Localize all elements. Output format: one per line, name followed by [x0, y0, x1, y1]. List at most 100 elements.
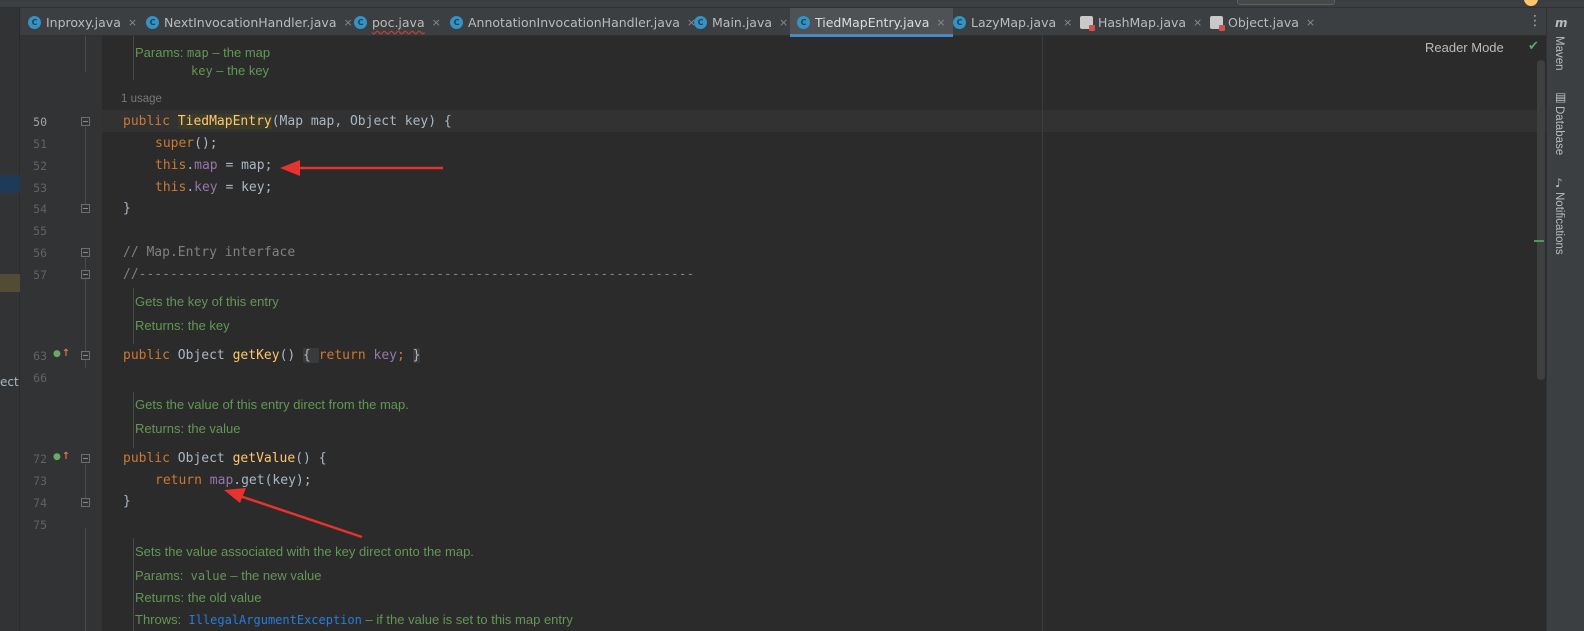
notifications-tool-window-button[interactable]: Notifications: [1553, 192, 1565, 255]
line-number: 50: [33, 115, 47, 129]
close-icon[interactable]: ×: [779, 16, 788, 29]
database-icon[interactable]: ▤: [1555, 90, 1566, 104]
class-icon: C: [354, 15, 367, 29]
editor-scrollbar-thumb[interactable]: [1537, 60, 1545, 380]
close-icon[interactable]: ×: [1306, 16, 1315, 29]
fold-guide: [85, 36, 86, 72]
code-line-74: }: [123, 494, 131, 509]
right-tool-strip: m Maven ▤ Database ♪ Notifications: [1546, 8, 1584, 631]
implements-method-icon[interactable]: ●↑: [53, 451, 70, 462]
more-tabs-icon[interactable]: ⋮: [1528, 13, 1542, 29]
usage-hint[interactable]: 1 usage: [121, 93, 162, 105]
inspection-ok-icon[interactable]: ✔: [1528, 39, 1539, 54]
project-panel-edge: ect: [0, 8, 20, 631]
code-line-72: public Object getValue() {: [123, 451, 327, 466]
top-toolbar: [0, 0, 1584, 8]
line-number: 66: [33, 371, 47, 385]
library-class-icon: [1080, 15, 1095, 31]
tab-main[interactable]: C Main.java ×: [694, 8, 788, 36]
tab-annotation-invocation-handler[interactable]: C AnnotationInvocationHandler.java ×: [450, 8, 696, 36]
class-icon: C: [450, 15, 463, 29]
highlight-marker: [0, 274, 20, 292]
close-icon[interactable]: ×: [936, 16, 945, 29]
fold-toggle-icon[interactable]: [81, 454, 90, 463]
fold-toggle-icon[interactable]: [81, 270, 90, 279]
tab-object[interactable]: Object.java ×: [1210, 8, 1315, 36]
tab-lazy-map[interactable]: C LazyMap.java ×: [953, 8, 1072, 36]
fold-toggle-icon[interactable]: [81, 248, 90, 257]
line-number: 51: [33, 137, 47, 151]
code-line-63: public Object getKey() { return key; }: [123, 348, 421, 363]
fold-toggle-icon[interactable]: [81, 204, 90, 213]
fold-toggle-icon[interactable]: [81, 117, 90, 126]
doc-setvalue-returns: Returns: the old value: [135, 590, 262, 605]
close-icon[interactable]: ×: [1063, 16, 1072, 29]
fold-guide: [85, 464, 86, 502]
library-class-icon: [1210, 15, 1225, 31]
code-line-56: // Map.Entry interface: [123, 245, 296, 260]
search-everywhere-box[interactable]: [1237, 0, 1335, 5]
maven-tool-window-button[interactable]: Maven: [1553, 36, 1565, 71]
class-icon: C: [146, 15, 159, 29]
code-line-73: return map.get(key);: [155, 473, 312, 488]
line-number: 55: [33, 224, 47, 238]
line-number: 63: [33, 349, 47, 363]
line-number: 72: [33, 452, 47, 466]
line-number: 73: [33, 474, 47, 488]
line-number: 53: [33, 181, 47, 195]
tab-hash-map[interactable]: HashMap.java ×: [1080, 8, 1202, 36]
doc-setvalue-throws: Throws: IllegalArgumentException – if th…: [135, 612, 573, 627]
line-number: 57: [33, 268, 47, 282]
code-line-54: }: [123, 201, 131, 216]
class-icon: C: [797, 15, 810, 29]
class-icon: C: [28, 15, 41, 29]
doc-comment-bar: [133, 288, 134, 344]
fold-toggle-icon[interactable]: [81, 498, 90, 507]
right-margin-guide: [1042, 36, 1043, 631]
tab-tied-map-entry[interactable]: C TiedMapEntry.java ×: [790, 8, 953, 37]
fold-guide: [85, 528, 86, 631]
reader-mode-toggle[interactable]: Reader Mode: [1425, 40, 1504, 55]
code-editor[interactable]: Reader Mode ✔ Params: map – the map key …: [102, 36, 1546, 631]
tab-inproxy[interactable]: C Inproxy.java ×: [28, 8, 137, 36]
fold-toggle-icon[interactable]: [81, 351, 90, 360]
tab-next-invocation-handler[interactable]: C NextInvocationHandler.java ×: [146, 8, 353, 36]
doc-getkey-returns: Returns: the key: [135, 318, 230, 333]
implements-method-icon[interactable]: ●↑: [53, 348, 70, 359]
line-number: 75: [33, 518, 47, 532]
scrollbar-change-marker: [1534, 240, 1544, 242]
close-icon[interactable]: ×: [432, 16, 441, 29]
doc-params-line: Params: map – the map: [135, 45, 271, 60]
code-line-52: this.map = map;: [155, 158, 273, 173]
fold-guide: [85, 127, 86, 207]
selection-marker: [0, 175, 20, 193]
doc-setvalue-summary: Sets the value associated with the key d…: [135, 544, 474, 559]
code-line-51: super();: [155, 136, 218, 151]
line-number: 74: [33, 496, 47, 510]
line-number: 56: [33, 246, 47, 260]
user-avatar-icon[interactable]: [1524, 0, 1538, 6]
class-icon: C: [694, 15, 707, 29]
doc-getkey-summary: Gets the key of this entry: [135, 294, 279, 309]
code-line-53: this.key = key;: [155, 180, 273, 195]
doc-setvalue-params: Params: value – the new value: [135, 568, 322, 583]
editor-tab-bar: C Inproxy.java × C NextInvocationHandler…: [20, 8, 1546, 37]
database-tool-window-button[interactable]: Database: [1553, 106, 1565, 155]
close-icon[interactable]: ×: [1193, 16, 1202, 29]
close-icon[interactable]: ×: [344, 16, 353, 29]
doc-comment-bar: [133, 36, 134, 80]
code-line-57: //--------------------------------------…: [123, 267, 695, 282]
code-line-50: public TiedMapEntry(Map map, Object key)…: [123, 114, 452, 129]
notifications-bell-icon[interactable]: ♪: [1555, 176, 1563, 190]
doc-getvalue-summary: Gets the value of this entry direct from…: [135, 397, 409, 412]
doc-getvalue-returns: Returns: the value: [135, 421, 241, 436]
maven-icon[interactable]: m: [1555, 16, 1568, 30]
close-icon[interactable]: ×: [128, 16, 137, 29]
doc-comment-bar: [133, 538, 134, 631]
line-number: 54: [33, 202, 47, 216]
class-icon: C: [953, 15, 966, 29]
tab-poc[interactable]: C poc.java ×: [354, 8, 441, 36]
doc-comment-bar: [133, 392, 134, 448]
illegal-argument-exception-link[interactable]: IllegalArgumentException: [188, 613, 361, 627]
line-number: 52: [33, 159, 47, 173]
